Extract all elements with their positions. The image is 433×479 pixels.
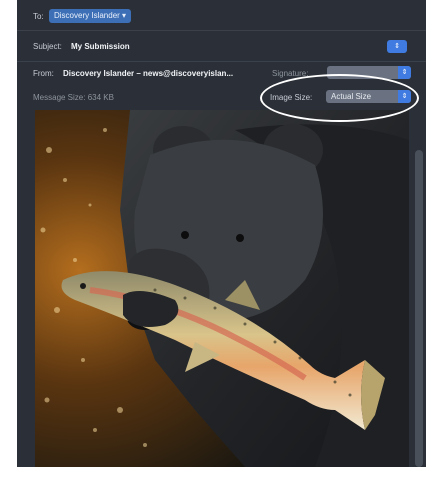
subject-row: Subject: My Submission ⇕ — [17, 31, 426, 62]
subject-field[interactable]: My Submission — [71, 42, 130, 51]
to-row: To: Discovery Islander ▾ — [17, 0, 426, 31]
subject-label: Subject: — [33, 42, 62, 51]
attached-photo — [35, 110, 409, 467]
recipient-token[interactable]: Discovery Islander ▾ — [49, 9, 132, 23]
stepper-icon[interactable]: ⇕ — [387, 40, 407, 53]
to-label: To: — [33, 12, 44, 21]
from-field[interactable]: Discovery Islander – news@discoveryislan… — [63, 69, 233, 78]
chevron-updown-icon: ⇕ — [398, 66, 411, 79]
from-label: From: — [33, 69, 54, 78]
recipient-name: Discovery Islander — [54, 11, 120, 20]
highlight-ellipse — [260, 74, 419, 122]
mail-compose-window: To: Discovery Islander ▾ Subject: My Sub… — [17, 0, 426, 467]
chevron-down-icon: ▾ — [122, 11, 127, 20]
vertical-scrollbar[interactable] — [415, 150, 423, 467]
message-size: Message Size: 634 KB — [33, 93, 114, 102]
